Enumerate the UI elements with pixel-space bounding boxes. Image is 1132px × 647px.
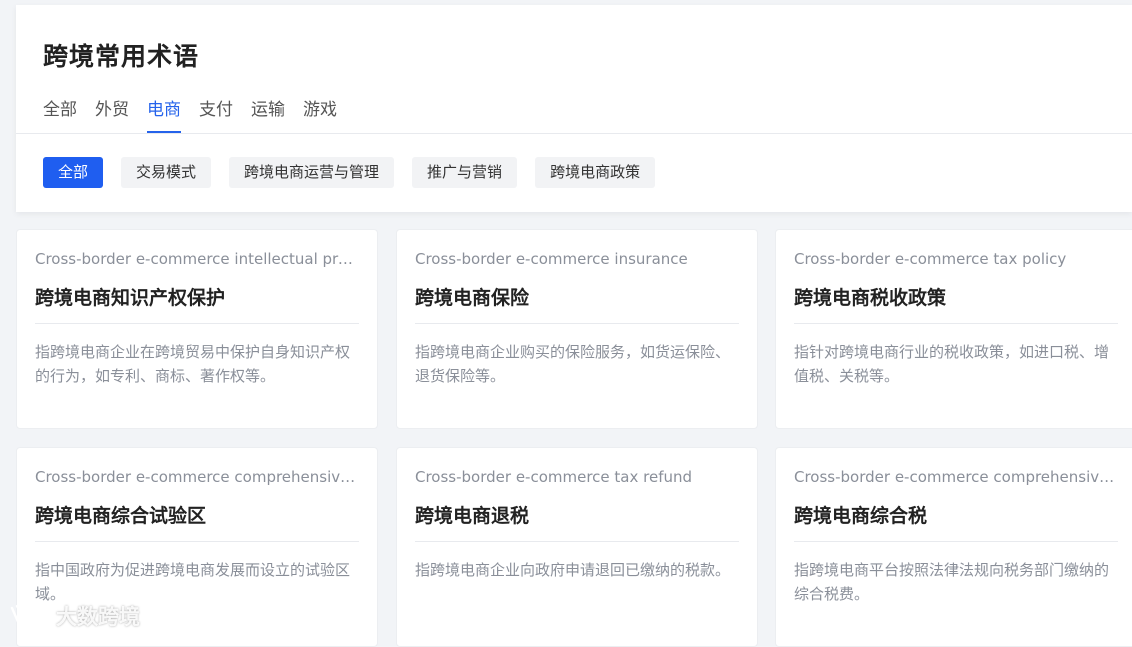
term-title: 跨境电商退税 bbox=[415, 505, 530, 527]
tab-payment[interactable]: 支付 bbox=[199, 99, 233, 133]
term-english: Cross-border e-commerce tax policy bbox=[794, 250, 1067, 268]
card-divider bbox=[794, 541, 1118, 542]
term-title: 跨境电商综合试验区 bbox=[35, 505, 207, 527]
term-title: 跨境电商知识产权保护 bbox=[35, 287, 226, 309]
tab-ecommerce[interactable]: 电商 bbox=[147, 99, 181, 133]
term-description: 指跨境电商平台按照法律法规向税务部门缴纳的综合税费。 bbox=[794, 561, 1110, 603]
term-card[interactable]: Cross-border e-commerce tax policy 跨境电商税… bbox=[775, 229, 1132, 429]
tab-games[interactable]: 游戏 bbox=[303, 99, 337, 133]
term-english: Cross-border e-commerce tax refund bbox=[415, 468, 693, 486]
filter-chips: 全部 交易模式 跨境电商运营与管理 推广与营销 跨境电商政策 bbox=[43, 157, 656, 188]
term-english: Cross-border e-commerce insurance bbox=[415, 250, 688, 268]
header-panel: 跨境常用术语 全部 外贸 电商 支付 运输 游戏 全部 交易模式 跨境电商运营与… bbox=[16, 5, 1132, 212]
card-divider bbox=[415, 541, 739, 542]
brand-logo-icon bbox=[10, 604, 50, 626]
term-card[interactable]: Cross-border e-commerce intellectual pro… bbox=[16, 229, 378, 429]
term-description: 指跨境电商企业在跨境贸易中保护自身知识产权的行为，如专利、商标、著作权等。 bbox=[35, 343, 351, 385]
card-divider bbox=[415, 323, 739, 324]
term-card[interactable]: Cross-border e-commerce tax refund 跨境电商退… bbox=[396, 447, 758, 647]
filter-chip-operations[interactable]: 跨境电商运营与管理 bbox=[229, 157, 395, 188]
page-title: 跨境常用术语 bbox=[43, 42, 200, 71]
tab-shipping[interactable]: 运输 bbox=[251, 99, 285, 133]
term-description: 指针对跨境电商行业的税收政策，如进口税、增值税、关税等。 bbox=[794, 343, 1110, 385]
watermark-text: 大数跨境 bbox=[56, 605, 140, 629]
term-title: 跨境电商保险 bbox=[415, 287, 530, 309]
card-divider bbox=[35, 541, 359, 542]
card-divider bbox=[794, 323, 1118, 324]
term-english: Cross-border e-commerce comprehensive ta… bbox=[794, 468, 1120, 486]
term-description: 指跨境电商企业购买的保险服务，如货运保险、退货保险等。 bbox=[415, 343, 731, 385]
term-card[interactable]: Cross-border e-commerce comprehensive ta… bbox=[775, 447, 1132, 647]
category-tabs: 全部 外贸 电商 支付 运输 游戏 bbox=[43, 99, 337, 133]
filter-chip-marketing[interactable]: 推广与营销 bbox=[412, 157, 518, 188]
watermark: 大数跨境 bbox=[8, 601, 140, 631]
filter-chip-policy[interactable]: 跨境电商政策 bbox=[535, 157, 656, 188]
tab-foreign-trade[interactable]: 外贸 bbox=[95, 99, 129, 133]
term-description: 指中国政府为促进跨境电商发展而设立的试验区域。 bbox=[35, 561, 351, 603]
term-card[interactable]: Cross-border e-commerce insurance 跨境电商保险… bbox=[396, 229, 758, 429]
term-english: Cross-border e-commerce comprehensive te… bbox=[35, 468, 361, 486]
term-title: 跨境电商综合税 bbox=[794, 505, 928, 527]
term-english: Cross-border e-commerce intellectual pro… bbox=[35, 250, 361, 268]
term-title: 跨境电商税收政策 bbox=[794, 287, 947, 309]
filter-chip-all[interactable]: 全部 bbox=[43, 157, 104, 188]
term-description: 指跨境电商企业向政府申请退回已缴纳的税款。 bbox=[415, 561, 731, 579]
card-divider bbox=[35, 323, 359, 324]
tabs-divider bbox=[16, 133, 1132, 134]
tab-all[interactable]: 全部 bbox=[43, 99, 77, 133]
filter-chip-trade-mode[interactable]: 交易模式 bbox=[121, 157, 212, 188]
